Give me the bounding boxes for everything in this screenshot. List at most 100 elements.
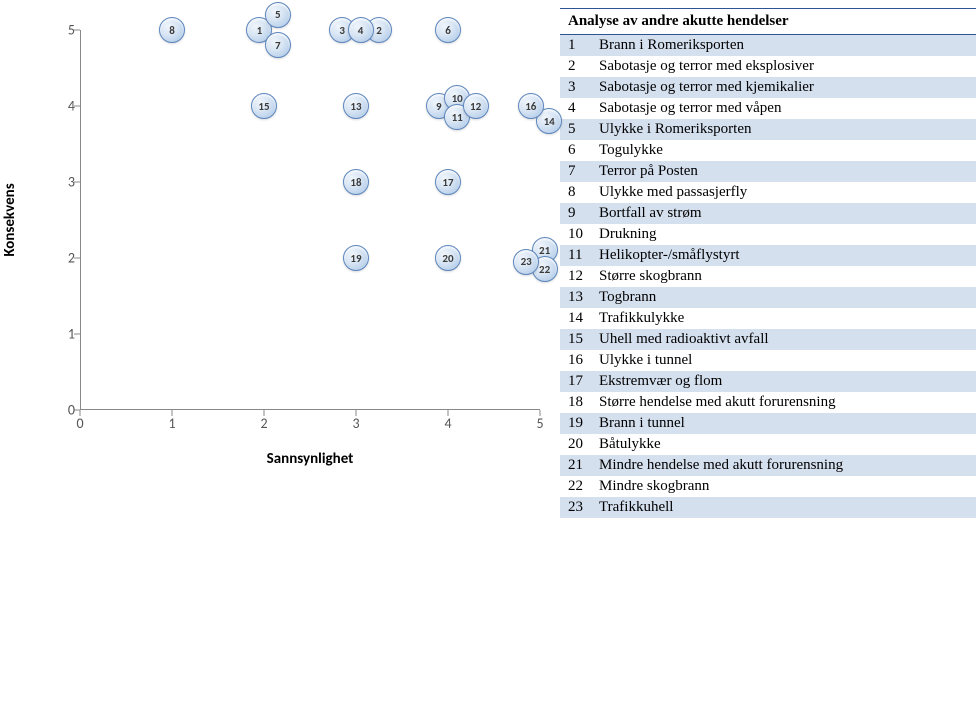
x-tick-label: 0 (76, 415, 83, 432)
row-text: Ulykke i tunnel (591, 350, 976, 371)
row-num: 6 (560, 140, 591, 161)
row-num: 4 (560, 98, 591, 119)
row-num: 7 (560, 161, 591, 182)
row-num: 10 (560, 224, 591, 245)
legend-table-panel: Analyse av andre akutte hendelser 1Brann… (560, 8, 976, 701)
row-num: 21 (560, 455, 591, 476)
row-num: 20 (560, 434, 591, 455)
row-num: 2 (560, 56, 591, 77)
row-text: Ekstremvær og flom (591, 371, 976, 392)
y-axis-label: Konsekvens (1, 183, 19, 256)
data-point-20: 20 (435, 245, 461, 271)
table-header: Analyse av andre akutte hendelser (560, 9, 976, 35)
x-tick-label: 3 (352, 415, 359, 432)
data-point-12: 12 (463, 93, 489, 119)
scatter-chart: Konsekvens Sannsynlighet 012345012345123… (0, 10, 560, 490)
table-row: 14Trafikkulykke (560, 308, 976, 329)
x-tick-label: 5 (536, 415, 543, 432)
row-num: 11 (560, 245, 591, 266)
table-row: 18Større hendelse med akutt forurensning (560, 392, 976, 413)
row-num: 22 (560, 476, 591, 497)
table-row: 9Bortfall av strøm (560, 203, 976, 224)
table-row: 17Ekstremvær og flom (560, 371, 976, 392)
table-row: 1Brann i Romeriksporten (560, 35, 976, 57)
x-tick-label: 4 (444, 415, 451, 432)
row-num: 14 (560, 308, 591, 329)
data-point-15: 15 (251, 93, 277, 119)
table-row: 7Terror på Posten (560, 161, 976, 182)
table-row: 19Brann i tunnel (560, 413, 976, 434)
data-point-7: 7 (265, 32, 291, 58)
data-point-23: 23 (513, 249, 539, 275)
table-row: 6Togulykke (560, 140, 976, 161)
row-num: 12 (560, 266, 591, 287)
table-row: 8Ulykke med passasjerfly (560, 182, 976, 203)
page-container: Konsekvens Sannsynlighet 012345012345123… (0, 0, 976, 701)
y-tick-label: 1 (55, 326, 75, 343)
row-num: 19 (560, 413, 591, 434)
row-num: 23 (560, 497, 591, 518)
y-tick-label: 2 (55, 250, 75, 267)
row-text: Bortfall av strøm (591, 203, 976, 224)
row-text: Sabotasje og terror med våpen (591, 98, 976, 119)
row-num: 13 (560, 287, 591, 308)
row-text: Brann i Romeriksporten (591, 35, 976, 57)
table-row: 22Mindre skogbrann (560, 476, 976, 497)
data-point-5: 5 (265, 2, 291, 28)
x-tick-label: 1 (168, 415, 175, 432)
table-row: 16Ulykke i tunnel (560, 350, 976, 371)
data-point-13: 13 (343, 93, 369, 119)
y-tick-label: 4 (55, 98, 75, 115)
row-text: Større hendelse med akutt forurensning (591, 392, 976, 413)
row-text: Drukning (591, 224, 976, 245)
data-point-16: 16 (518, 93, 544, 119)
row-num: 5 (560, 119, 591, 140)
data-point-17: 17 (435, 169, 461, 195)
table-row: 20Båtulykke (560, 434, 976, 455)
row-num: 9 (560, 203, 591, 224)
data-point-8: 8 (159, 17, 185, 43)
row-num: 16 (560, 350, 591, 371)
y-tick-label: 5 (55, 22, 75, 39)
row-num: 18 (560, 392, 591, 413)
x-axis-label: Sannsynlighet (267, 450, 354, 468)
data-point-4: 4 (348, 17, 374, 43)
table-row: 23Trafikkuhell (560, 497, 976, 518)
data-point-6: 6 (435, 17, 461, 43)
data-point-19: 19 (343, 245, 369, 271)
plot-area (80, 30, 540, 410)
row-text: Ulykke i Romeriksporten (591, 119, 976, 140)
table-row: 5Ulykke i Romeriksporten (560, 119, 976, 140)
y-tick-label: 0 (55, 402, 75, 419)
row-num: 1 (560, 35, 591, 57)
table-row: 12Større skogbrann (560, 266, 976, 287)
legend-table: Analyse av andre akutte hendelser 1Brann… (560, 8, 976, 518)
table-row: 13Togbrann (560, 287, 976, 308)
y-tick-label: 3 (55, 174, 75, 191)
row-text: Helikopter-/småflystyrt (591, 245, 976, 266)
row-text: Togulykke (591, 140, 976, 161)
table-body: 1Brann i Romeriksporten2Sabotasje og ter… (560, 35, 976, 519)
row-text: Brann i tunnel (591, 413, 976, 434)
row-text: Trafikkuhell (591, 497, 976, 518)
row-text: Mindre hendelse med akutt forurensning (591, 455, 976, 476)
row-text: Større skogbrann (591, 266, 976, 287)
row-text: Trafikkulykke (591, 308, 976, 329)
row-num: 17 (560, 371, 591, 392)
table-row: 15Uhell med radioaktivt avfall (560, 329, 976, 350)
x-tick-label: 2 (260, 415, 267, 432)
table-row: 2Sabotasje og terror med eksplosiver (560, 56, 976, 77)
row-num: 15 (560, 329, 591, 350)
data-point-18: 18 (343, 169, 369, 195)
row-text: Båtulykke (591, 434, 976, 455)
row-text: Terror på Posten (591, 161, 976, 182)
table-row: 3Sabotasje og terror med kjemikalier (560, 77, 976, 98)
table-row: 10Drukning (560, 224, 976, 245)
row-num: 3 (560, 77, 591, 98)
table-row: 4Sabotasje og terror med våpen (560, 98, 976, 119)
row-num: 8 (560, 182, 591, 203)
table-row: 11Helikopter-/småflystyrt (560, 245, 976, 266)
table-row: 21Mindre hendelse med akutt forurensning (560, 455, 976, 476)
row-text: Mindre skogbrann (591, 476, 976, 497)
row-text: Sabotasje og terror med eksplosiver (591, 56, 976, 77)
